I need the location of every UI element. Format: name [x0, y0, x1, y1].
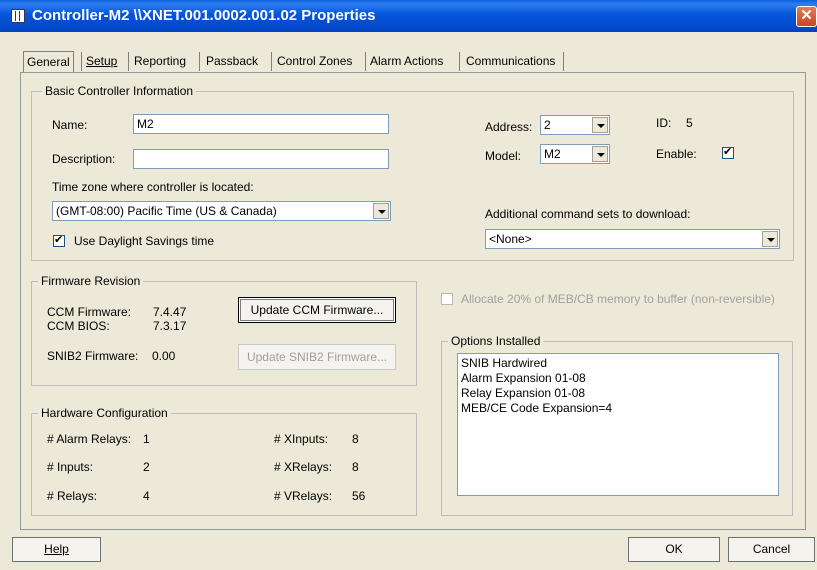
list-item: MEB/CE Code Expansion=4 [461, 401, 613, 415]
snib2-firmware-label: SNIB2 Firmware: [47, 349, 139, 363]
model-select[interactable]: M2 [540, 144, 610, 164]
chevron-down-icon[interactable] [592, 146, 608, 162]
inputs-label: # Inputs: [47, 460, 94, 474]
name-input[interactable]: M2 [133, 114, 389, 134]
timezone-value: (GMT-08:00) Pacific Time (US & Canada) [56, 204, 277, 218]
ok-button[interactable]: OK [628, 537, 720, 562]
model-label: Model: [485, 149, 522, 163]
dst-label: Use Daylight Savings time [74, 234, 215, 248]
tab-communications[interactable]: Communications [463, 51, 558, 71]
description-label: Description: [52, 152, 116, 166]
xrelays-value: 8 [352, 460, 359, 474]
command-sets-label: Additional command sets to download: [485, 207, 691, 221]
alarm-relays-value: 1 [143, 432, 150, 446]
command-sets-value: <None> [489, 232, 532, 246]
enable-checkbox[interactable] [722, 145, 734, 159]
ccm-firmware-label: CCM Firmware: [47, 305, 131, 319]
firmware-legend: Firmware Revision [38, 274, 144, 288]
tab-separator [563, 52, 564, 71]
snib2-firmware-value: 0.00 [152, 349, 176, 363]
id-value: 5 [686, 116, 693, 130]
xinputs-label: # XInputs: [274, 432, 329, 446]
update-snib2-firmware-button[interactable]: Update SNIB2 Firmware... [238, 344, 396, 370]
chevron-down-icon[interactable] [592, 117, 608, 133]
vrelays-label: # VRelays: [274, 489, 333, 503]
basic-info-legend: Basic Controller Information [42, 84, 197, 98]
tab-separator [271, 52, 272, 71]
allocate-buffer-checkbox[interactable] [441, 293, 453, 305]
tab-separator [365, 52, 366, 71]
allocate-buffer-label: Allocate 20% of MEB/CB memory to buffer … [461, 292, 775, 306]
description-input[interactable] [133, 149, 389, 169]
tab-alarm-actions[interactable]: Alarm Actions [367, 51, 446, 71]
options-legend: Options Installed [448, 334, 544, 348]
address-select[interactable]: 2 [540, 115, 610, 135]
timezone-select[interactable]: (GMT-08:00) Pacific Time (US & Canada) [52, 201, 391, 221]
ccm-bios-value: 7.3.17 [153, 319, 187, 333]
vrelays-value: 56 [352, 489, 366, 503]
enable-label: Enable: [656, 147, 697, 161]
list-item: SNIB Hardwired [461, 356, 548, 370]
inputs-value: 2 [143, 460, 150, 474]
xrelays-label: # XRelays: [274, 460, 333, 474]
tab-setup[interactable]: Setup [83, 51, 120, 71]
list-item: Alarm Expansion 01-08 [461, 371, 586, 385]
command-sets-select[interactable]: <None> [485, 229, 780, 249]
tab-passback[interactable]: Passback [203, 51, 261, 71]
ccm-bios-label: CCM BIOS: [47, 319, 110, 333]
help-button[interactable]: Help [12, 537, 101, 562]
address-label: Address: [485, 120, 533, 134]
id-label: ID: [656, 116, 672, 130]
ccm-firmware-value: 7.4.47 [153, 305, 187, 319]
relays-label: # Relays: [47, 489, 98, 503]
tab-separator [459, 52, 460, 71]
cancel-button[interactable]: Cancel [728, 537, 815, 562]
timezone-label: Time zone where controller is located: [52, 180, 254, 194]
tab-control-zones[interactable]: Control Zones [274, 51, 355, 71]
chevron-down-icon[interactable] [762, 231, 778, 247]
update-ccm-firmware-button[interactable]: Update CCM Firmware... [238, 297, 396, 323]
tab-separator [128, 52, 129, 71]
options-list[interactable]: SNIB Hardwired Alarm Expansion 01-08 Rel… [457, 353, 779, 496]
window-title: Controller-M2 \\XNET.001.0002.001.02 Pro… [32, 7, 376, 24]
window-icon [11, 9, 25, 23]
tab-general[interactable]: General [23, 51, 74, 72]
alarm-relays-label: # Alarm Relays: [47, 432, 132, 446]
xinputs-value: 8 [352, 432, 359, 446]
name-label: Name: [52, 118, 88, 132]
tab-reporting[interactable]: Reporting [131, 51, 189, 71]
close-button[interactable]: ✕ [796, 6, 817, 27]
tab-separator [81, 52, 82, 71]
address-value: 2 [544, 118, 551, 132]
dst-checkbox[interactable] [53, 233, 65, 247]
model-value: M2 [544, 147, 561, 161]
tab-separator [199, 52, 200, 71]
relays-value: 4 [143, 489, 150, 503]
list-item: Relay Expansion 01-08 [461, 386, 586, 400]
hardware-legend: Hardware Configuration [38, 406, 171, 420]
chevron-down-icon[interactable] [373, 203, 389, 219]
